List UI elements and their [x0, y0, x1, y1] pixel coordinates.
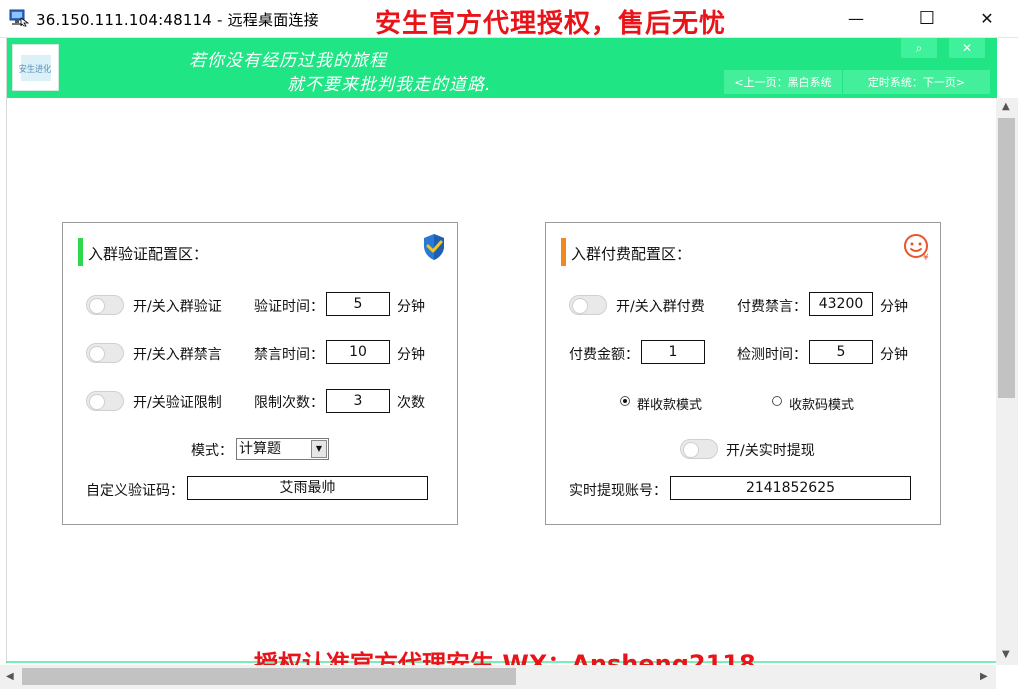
withdraw-toggle[interactable]: [680, 439, 718, 459]
verify-time-label: 验证时间：: [254, 299, 324, 315]
limit-count-label: 限制次数：: [254, 395, 324, 411]
chevron-down-icon: ▼: [311, 440, 327, 458]
top-banner: 安生官方代理授权，售后无忧: [375, 9, 727, 39]
withdraw-account-label: 实时提现账号：: [569, 483, 667, 499]
rdp-title-bar: 36.150.111.104:48114 - 远程桌面连接 安生官方代理授权，售…: [0, 0, 1018, 39]
group-collect-radio[interactable]: [620, 396, 630, 406]
custom-code-input[interactable]: 艾雨最帅: [187, 476, 428, 500]
group-collect-label: 群收款模式: [637, 398, 703, 413]
shield-check-icon: [424, 234, 444, 260]
pay-amount-input[interactable]: 1: [641, 340, 705, 364]
horizontal-scroll-thumb[interactable]: [22, 668, 516, 685]
maximize-button[interactable]: ☐: [904, 0, 950, 36]
qr-collect-label: 收款码模式: [789, 398, 855, 413]
svg-text:¥: ¥: [923, 253, 929, 261]
pay-panel-title: 入群付费配置区：: [571, 245, 692, 263]
mute-time-label: 禁言时间：: [254, 347, 324, 363]
scroll-left-icon[interactable]: ◀: [6, 671, 14, 682]
mode-select-value: 计算题: [239, 441, 281, 457]
withdraw-toggle-label: 开/关实时提现: [726, 443, 815, 459]
custom-code-label: 自定义验证码：: [86, 483, 184, 499]
withdraw-account-input[interactable]: 2141852625: [670, 476, 911, 500]
mode-select[interactable]: 计算题 ▼: [236, 438, 329, 460]
verify-panel-accent: [78, 238, 83, 266]
scroll-down-icon[interactable]: ▼: [1002, 649, 1010, 660]
pay-mute-input[interactable]: 43200: [809, 292, 873, 316]
logo-text: 安生进化: [18, 65, 52, 75]
pay-toggle[interactable]: [569, 295, 607, 315]
verify-config-panel: 入群验证配置区： 开/关入群验证 验证时间： 5 分钟 开/关入群禁言 禁言时间…: [62, 222, 458, 525]
verify-panel-title: 入群验证配置区：: [88, 245, 209, 263]
next-page-button[interactable]: 定时系统：下一页>: [843, 70, 990, 94]
limit-toggle-label: 开/关验证限制: [133, 395, 222, 411]
check-time-label: 检测时间：: [737, 347, 807, 363]
vertical-scroll-thumb[interactable]: [998, 118, 1015, 398]
remote-desktop-icon: [9, 9, 29, 27]
pay-panel-accent: [561, 238, 566, 266]
screen: 36.150.111.104:48114 - 远程桌面连接 安生官方代理授权，售…: [0, 0, 1018, 689]
header-close-button[interactable]: ✕: [949, 38, 985, 58]
pay-mute-unit: 分钟: [880, 299, 908, 315]
verify-time-unit: 分钟: [397, 299, 425, 315]
app-header: 安生进化 若你没有经历过我的旅程 就不要来批判我走的道路. ⌕ ✕ <上一页：黑…: [7, 38, 997, 98]
verify-time-input[interactable]: 5: [326, 292, 390, 316]
limit-count-unit: 次数: [397, 395, 425, 411]
scroll-up-icon[interactable]: ▲: [1002, 101, 1010, 112]
limit-count-input[interactable]: 3: [326, 389, 390, 413]
mute-time-unit: 分钟: [397, 347, 425, 363]
qr-collect-radio[interactable]: [772, 396, 782, 406]
mute-toggle[interactable]: [86, 343, 124, 363]
minimize-button[interactable]: —: [833, 0, 879, 36]
search-icon: ⌕: [915, 40, 923, 55]
app-logo: 安生进化: [12, 44, 59, 91]
window-title: 36.150.111.104:48114 - 远程桌面连接: [36, 11, 319, 29]
mode-label: 模式：: [191, 443, 233, 459]
scroll-right-icon[interactable]: ▶: [980, 671, 988, 682]
limit-toggle[interactable]: [86, 391, 124, 411]
header-search-button[interactable]: ⌕: [901, 38, 937, 58]
check-time-input[interactable]: 5: [809, 340, 873, 364]
verify-toggle-label: 开/关入群验证: [133, 299, 222, 315]
money-face-icon: ¥: [904, 234, 929, 261]
close-icon: ✕: [961, 41, 973, 55]
horizontal-scrollbar[interactable]: ◀ ▶: [0, 665, 996, 689]
verify-toggle[interactable]: [86, 295, 124, 315]
mute-toggle-label: 开/关入群禁言: [133, 347, 222, 363]
pay-amount-label: 付费金额：: [569, 347, 639, 363]
pay-mute-label: 付费禁言：: [737, 299, 807, 315]
pay-config-panel: 入群付费配置区： ¥ 开/关入群付费 付费禁言： 43200 分钟 付费金额： …: [545, 222, 941, 525]
prev-page-button[interactable]: <上一页：黑白系统: [724, 70, 842, 94]
motto-line-2: 就不要来批判我走的道路.: [287, 75, 492, 95]
vertical-scrollbar[interactable]: ▲ ▼: [996, 98, 1018, 665]
close-button[interactable]: ✕: [964, 0, 1010, 36]
check-time-unit: 分钟: [880, 347, 908, 363]
pay-toggle-label: 开/关入群付费: [616, 299, 705, 315]
mute-time-input[interactable]: 10: [326, 340, 390, 364]
motto-line-1: 若你没有经历过我的旅程: [189, 51, 387, 71]
